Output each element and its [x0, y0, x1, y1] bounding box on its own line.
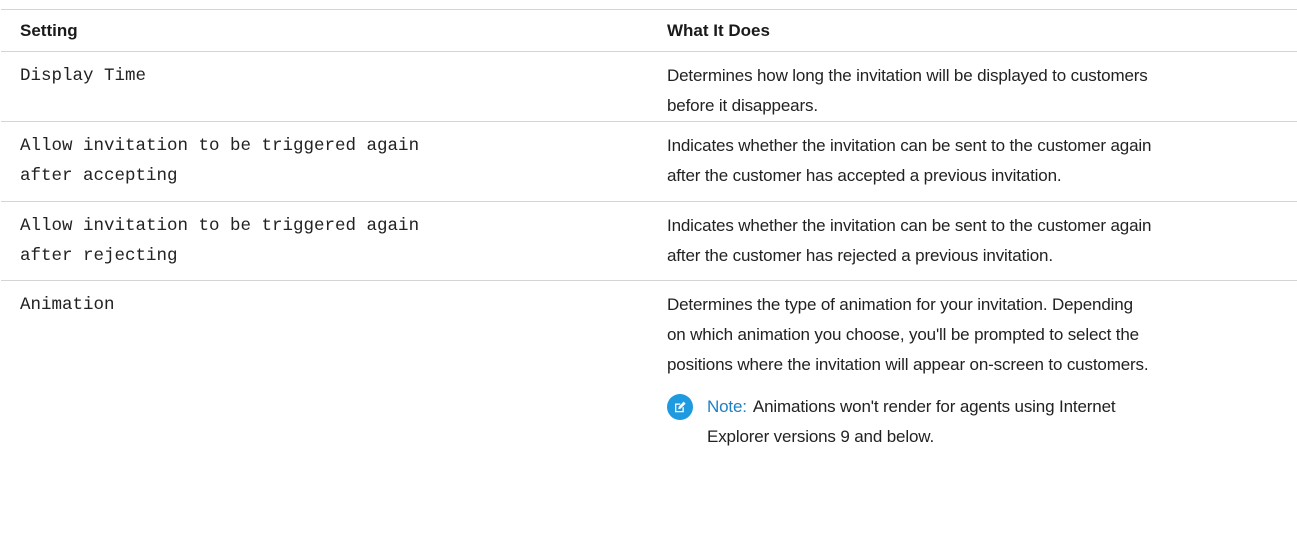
table-header-row: Setting What It Does: [1, 10, 1297, 52]
description-line: Determines how long the invitation will …: [667, 66, 1148, 85]
table-row-animation: Animation Determines the type of animati…: [1, 281, 1297, 491]
table-row-triggered-after-accepting: Allow invitation to be triggered again a…: [1, 122, 1297, 202]
note-text: Animations won't render for agents using…: [752, 397, 1116, 416]
description-line: Indicates whether the invitation can be …: [667, 136, 1152, 155]
header-what-it-does: What It Does: [667, 20, 770, 40]
note-line: Explorer versions 9 and below.: [707, 427, 935, 446]
table-row-triggered-after-rejecting: Allow invitation to be triggered again a…: [1, 202, 1297, 281]
description-line: Indicates whether the invitation can be …: [667, 216, 1152, 235]
setting-description: Determines the type of animation for you…: [651, 281, 1297, 491]
setting-description: Determines how long the invitation will …: [651, 52, 1297, 121]
setting-name: Allow invitation to be triggered again a…: [1, 202, 651, 280]
note-edit-icon: [667, 394, 693, 420]
note-body: Note: Animations won't render for agents …: [693, 392, 1116, 452]
setting-name-line: Display Time: [20, 66, 147, 86]
description-line: on which animation you choose, you'll be…: [667, 325, 1139, 344]
setting-name-line: after rejecting: [20, 246, 178, 266]
description-line: positions where the invitation will appe…: [667, 355, 1149, 374]
note-label: Note:: [707, 397, 747, 416]
description-line: Determines the type of animation for you…: [667, 295, 1133, 314]
setting-name-line: after accepting: [20, 166, 178, 186]
table-row-display-time: Display Time Determines how long the inv…: [1, 52, 1297, 122]
setting-name-line: Allow invitation to be triggered again: [20, 136, 420, 156]
note-line: Note: Animations won't render for agents …: [707, 392, 1116, 422]
setting-description: Indicates whether the invitation can be …: [651, 202, 1297, 280]
setting-name-line: Allow invitation to be triggered again: [20, 216, 420, 236]
description-line: after the customer has accepted a previo…: [667, 166, 1062, 185]
setting-name: Animation: [1, 281, 651, 491]
setting-name: Allow invitation to be triggered again a…: [1, 122, 651, 201]
setting-description: Indicates whether the invitation can be …: [651, 122, 1297, 201]
note-callout: Note: Animations won't render for agents …: [667, 392, 1291, 452]
setting-name-line: Animation: [20, 295, 115, 315]
description-line: after the customer has rejected a previo…: [667, 246, 1053, 265]
settings-table: Setting What It Does Display Time Determ…: [1, 9, 1297, 491]
setting-name: Display Time: [1, 52, 651, 121]
header-setting: Setting: [20, 20, 78, 40]
description-line: before it disappears.: [667, 96, 818, 115]
